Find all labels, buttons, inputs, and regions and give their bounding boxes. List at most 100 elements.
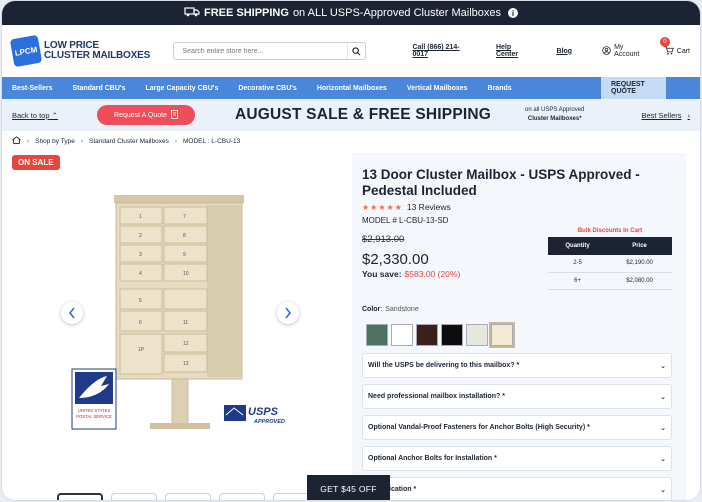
sale-price: $2,330.00 bbox=[362, 251, 429, 268]
thumbnail[interactable] bbox=[57, 493, 103, 500]
logo-mark: LPCM bbox=[9, 34, 43, 68]
color-label: Color: Sandstone bbox=[362, 306, 419, 313]
promo-title: AUGUST SALE & FREE SHIPPING bbox=[235, 106, 492, 123]
site-header: LPCM LOW PRICE CLUSTER MAILBOXES Call (8… bbox=[2, 25, 700, 77]
breadcrumb-model: MODEL : L-CBU-13 bbox=[183, 137, 241, 145]
option-usps-delivery[interactable]: Will the USPS be delivering to this mail… bbox=[362, 353, 672, 378]
cart-label: Cart bbox=[676, 47, 690, 55]
rating[interactable]: ★ ★ ★ ★ ★ 13 Reviews bbox=[362, 202, 451, 212]
nav-request-quote[interactable]: REQUEST QUOTE bbox=[601, 77, 666, 99]
svg-text:8: 8 bbox=[183, 233, 186, 239]
color-swatches bbox=[366, 322, 515, 348]
svg-text:5: 5 bbox=[139, 298, 142, 304]
thumbnail[interactable] bbox=[219, 493, 265, 500]
request-quote-button[interactable]: Request A Quote bbox=[97, 105, 195, 125]
product-details: 13 Door Cluster Mailbox - USPS Approved … bbox=[352, 153, 686, 500]
usps-seal-line2: POSTAL SERVICE bbox=[76, 414, 112, 419]
next-image-button[interactable] bbox=[277, 302, 299, 324]
document-icon bbox=[171, 109, 178, 121]
free-shipping-label: FREE SHIPPING bbox=[203, 7, 289, 19]
nav-vertical-mailboxes[interactable]: Vertical Mailboxes bbox=[397, 77, 478, 99]
chevron-down-icon: ⌄ bbox=[660, 486, 666, 494]
get-discount-button[interactable]: GET $45 OFF bbox=[307, 475, 390, 500]
table-row: 6+ $2,080.00 bbox=[548, 272, 672, 290]
svg-text:1: 1 bbox=[139, 214, 142, 220]
star-icon: ★ bbox=[362, 202, 370, 212]
swatch-sandstone[interactable] bbox=[489, 322, 515, 348]
chevron-down-icon: ⌄ bbox=[660, 393, 666, 401]
swatch-gray[interactable] bbox=[466, 324, 488, 346]
home-icon[interactable] bbox=[12, 136, 21, 146]
svg-text:7: 7 bbox=[183, 214, 186, 220]
option-vandal-proof-fasteners[interactable]: Optional Vandal-Proof Fasteners for Anch… bbox=[362, 415, 672, 440]
svg-text:1P: 1P bbox=[138, 347, 145, 353]
table-row: 2-5 $2,190.00 bbox=[548, 255, 672, 273]
blog-link[interactable]: Blog bbox=[557, 48, 573, 55]
breadcrumb: › Shop by Type › Standard Cluster Mailbo… bbox=[2, 131, 700, 151]
reviews-link[interactable]: 13 Reviews bbox=[407, 202, 451, 212]
best-sellers-link[interactable]: Best Sellers › bbox=[641, 111, 690, 120]
usps-approved-sub: APPROVED bbox=[253, 419, 285, 425]
user-icon bbox=[602, 45, 611, 57]
page: FREE SHIPPING on ALL USPS-Approved Clust… bbox=[1, 0, 701, 501]
swatch-white[interactable] bbox=[391, 324, 413, 346]
svg-text:2: 2 bbox=[139, 233, 142, 239]
nav-decorative-cbus[interactable]: Decorative CBU's bbox=[228, 77, 306, 99]
cart-link[interactable]: 0 Cart bbox=[659, 36, 690, 57]
half-star-icon: ★ bbox=[394, 202, 402, 212]
previous-image-button[interactable] bbox=[61, 302, 83, 324]
phone-link[interactable]: Call (866) 214-0017 bbox=[412, 44, 473, 58]
nav-large-capacity-cbus[interactable]: Large Capacity CBU's bbox=[135, 77, 228, 99]
thumbnail-strip bbox=[57, 493, 319, 500]
swatch-bronze[interactable] bbox=[416, 324, 438, 346]
chevron-right-icon: › bbox=[687, 110, 691, 120]
thumbnail[interactable] bbox=[165, 493, 211, 500]
bulk-header-price: Price bbox=[607, 237, 672, 255]
svg-text:12: 12 bbox=[183, 341, 189, 347]
product-title: 13 Door Cluster Mailbox - USPS Approved … bbox=[362, 167, 640, 198]
star-icon: ★ bbox=[378, 202, 386, 212]
search-input[interactable] bbox=[174, 43, 348, 59]
main-nav: Best-Sellers Standard CBU's Large Capaci… bbox=[2, 77, 700, 99]
nav-best-sellers[interactable]: Best-Sellers bbox=[2, 77, 62, 99]
my-account-link[interactable]: My Account bbox=[602, 44, 650, 58]
original-price: $2,913.00 bbox=[362, 234, 405, 245]
option-professional-installation[interactable]: Need professional mailbox installation? … bbox=[362, 384, 672, 409]
option-anchor-bolts[interactable]: Optional Anchor Bolts for Installation *… bbox=[362, 446, 672, 471]
breadcrumb-shop-by-type[interactable]: Shop by Type bbox=[35, 138, 75, 145]
thumbnail[interactable] bbox=[111, 493, 157, 500]
nav-standard-cbus[interactable]: Standard CBU's bbox=[62, 77, 135, 99]
logo-line2: CLUSTER MAILBOXES bbox=[44, 50, 151, 61]
svg-text:11: 11 bbox=[183, 320, 188, 326]
usps-seal-line1: UNITED STATES bbox=[78, 408, 111, 413]
chevron-right-icon: › bbox=[27, 137, 30, 145]
usps-approved-logo: USPS bbox=[248, 406, 279, 418]
nav-brands[interactable]: Brands bbox=[478, 77, 522, 99]
breadcrumb-standard-cluster[interactable]: Standard Cluster Mailboxes bbox=[89, 138, 169, 145]
account-label: My Account bbox=[614, 44, 640, 58]
savings: You save: $583.00 (20%) bbox=[362, 269, 461, 279]
chevron-down-icon: ⌄ bbox=[660, 424, 666, 432]
product-image: 1234 56 78910 111213 1P UNITED STATES PO… bbox=[71, 195, 285, 430]
chevron-down-icon: ⌄ bbox=[660, 362, 666, 370]
promo-bar: Back to top ⌃ Request A Quote AUGUST SAL… bbox=[2, 99, 700, 131]
bulk-discount-title: Bulk Discounts In Cart bbox=[577, 228, 643, 234]
logo[interactable]: LPCM LOW PRICE CLUSTER MAILBOXES bbox=[9, 34, 155, 68]
swatch-green[interactable] bbox=[366, 324, 388, 346]
cart-count-badge: 0 bbox=[659, 36, 670, 47]
help-center-link[interactable]: Help Center bbox=[496, 44, 535, 58]
product-gallery: ON SALE 1 2 3 4 5 6 7 8 9 10 11 12 13 1P… bbox=[2, 153, 352, 500]
nav-horizontal-mailboxes[interactable]: Horizontal Mailboxes bbox=[307, 77, 397, 99]
swatch-black[interactable] bbox=[441, 324, 463, 346]
info-icon[interactable]: i bbox=[508, 8, 519, 18]
search-icon[interactable] bbox=[347, 43, 365, 59]
request-quote-label: Request A Quote bbox=[114, 111, 167, 119]
back-to-top-link[interactable]: Back to top ⌃ bbox=[12, 111, 97, 120]
svg-text:3: 3 bbox=[139, 252, 142, 258]
bulk-discount-table: Bulk Discounts In Cart Quantity Price 2-… bbox=[548, 228, 672, 290]
svg-text:4: 4 bbox=[139, 271, 142, 277]
option-identification[interactable]: Identification * ⌄ bbox=[362, 477, 672, 500]
scrollbar[interactable] bbox=[688, 153, 694, 500]
model-number: MODEL # L-CBU-13-SD bbox=[362, 216, 449, 225]
cart-icon bbox=[664, 45, 674, 57]
